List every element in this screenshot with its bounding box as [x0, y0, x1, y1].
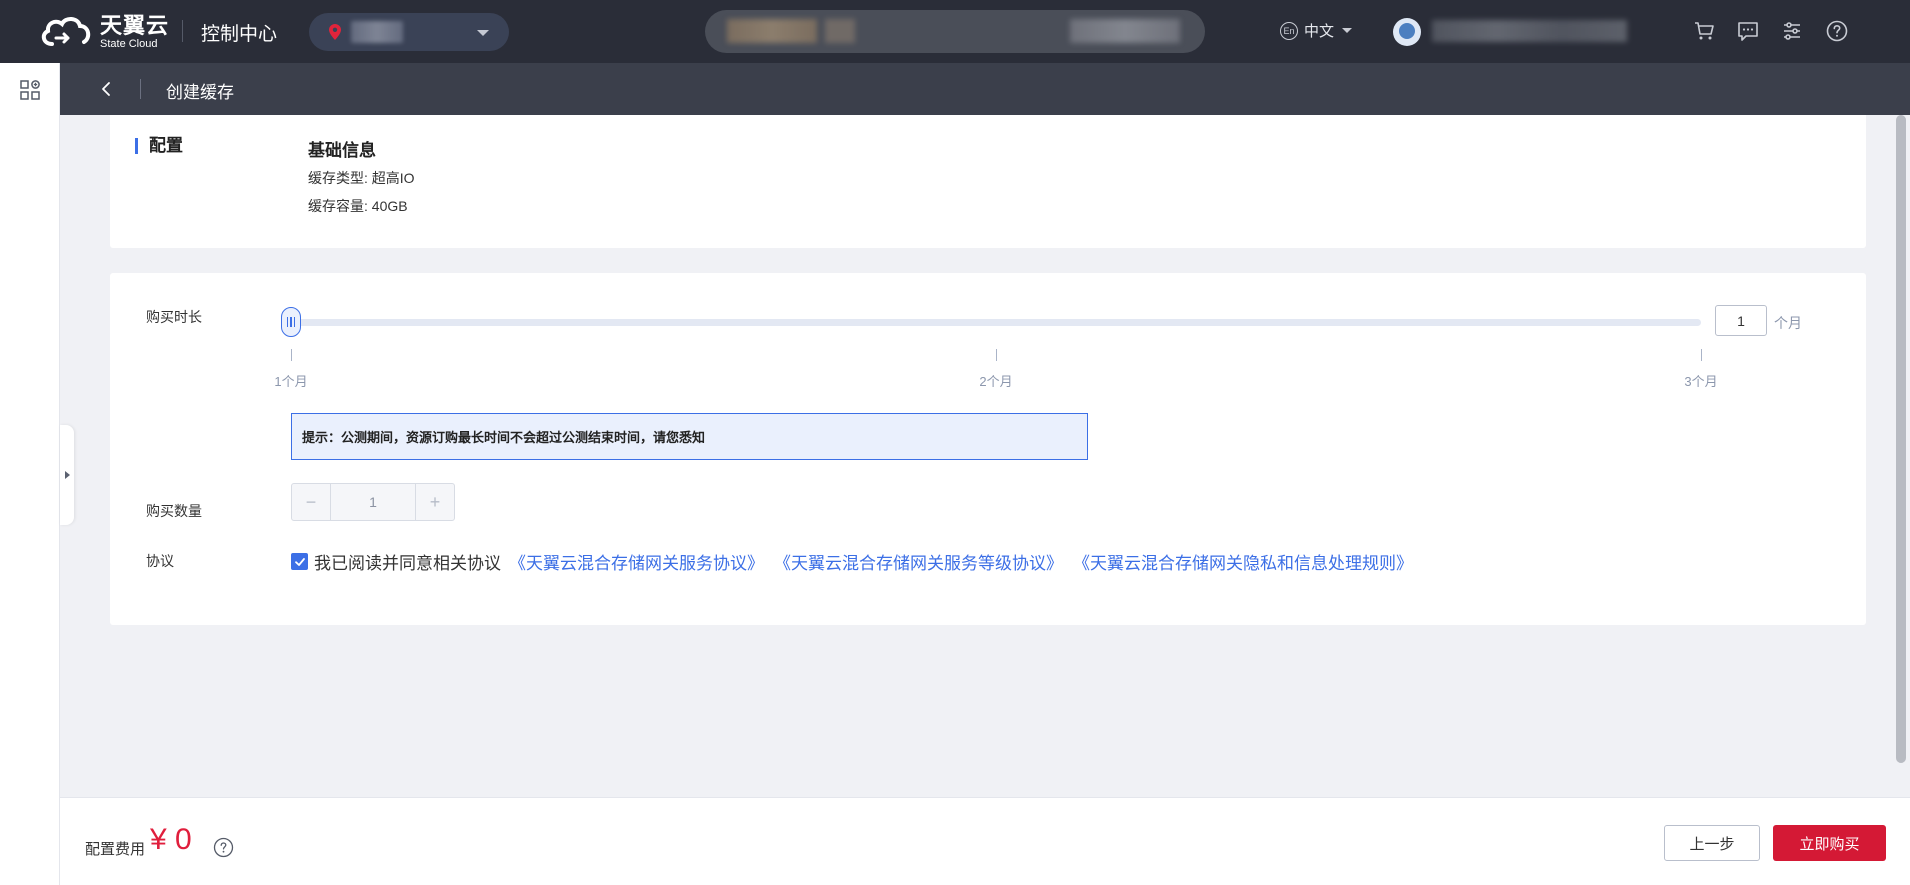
fee-value: ¥ 0	[150, 823, 192, 856]
quantity-label: 购买数量	[146, 503, 202, 519]
duration-input[interactable]: 1	[1715, 305, 1767, 336]
footer-bar: 配置费用 ¥ 0 上一步 立即购买	[60, 797, 1910, 885]
quantity-input[interactable]: 1	[331, 484, 415, 520]
page-header: 创建缓存	[60, 63, 1910, 115]
divider	[140, 79, 141, 99]
notice-banner: 提示：公测期间，资源订购最长时间不会超过公测结束时间，请您悉知	[291, 413, 1088, 460]
agreement-text[interactable]: 我已阅读并同意相关协议	[314, 549, 501, 574]
section-label: 配置	[135, 137, 183, 154]
cloud-logo-icon	[41, 17, 91, 46]
checkmark-icon	[294, 557, 305, 566]
settings-sliders-icon[interactable]	[1780, 19, 1804, 43]
notice-text: 提示：公测期间，资源订购最长时间不会超过公测结束时间，请您悉知	[302, 430, 706, 445]
increment-button[interactable]: +	[415, 484, 454, 520]
cart-icon[interactable]	[1692, 19, 1716, 43]
slider-tick-label[interactable]: 2个月	[979, 371, 1012, 390]
search-content-redacted	[1070, 19, 1180, 43]
language-icon: En	[1280, 21, 1298, 40]
slider-tick	[995, 349, 997, 361]
vertical-scrollbar[interactable]	[1896, 115, 1906, 763]
search-content-redacted	[825, 19, 855, 43]
question-circle-icon[interactable]	[213, 837, 234, 858]
chevron-down-icon	[477, 30, 489, 36]
agreement-checkbox[interactable]	[291, 553, 308, 570]
config-summary-card: 配置 基础信息 缓存类型: 超高IO 缓存容量: 40GB	[110, 115, 1866, 248]
message-icon[interactable]	[1736, 19, 1760, 43]
sidebar-expand-toggle[interactable]	[60, 425, 74, 525]
page-title: 创建缓存	[166, 83, 234, 102]
buy-now-button[interactable]: 立即购买	[1773, 825, 1886, 861]
divider	[182, 20, 183, 42]
slider-tick-label[interactable]: 1个月	[274, 371, 307, 390]
region-selector[interactable]	[309, 13, 509, 51]
left-sidebar	[0, 63, 60, 885]
decrement-button[interactable]: −	[292, 484, 331, 520]
purchase-options-card: 购买时长 1个月 2个月 3个月 1 个月 提示：公测期间，资源订购最长时间不会…	[110, 273, 1866, 625]
cache-type: 缓存类型: 超高IO	[308, 170, 415, 186]
fee-label: 配置费用	[85, 841, 146, 858]
username-redacted[interactable]	[1432, 20, 1627, 42]
basic-info-title: 基础信息	[308, 141, 376, 160]
previous-step-button[interactable]: 上一步	[1664, 825, 1760, 861]
help-icon[interactable]	[1825, 19, 1849, 43]
sla-agreement-link[interactable]: 《天翼云混合存储网关服务等级协议》	[774, 549, 1063, 574]
duration-unit: 个月	[1774, 315, 1802, 331]
slider-tick-label[interactable]: 3个月	[1684, 371, 1717, 390]
agreement-row: 我已阅读并同意相关协议 《天翼云混合存储网关服务协议》 《天翼云混合存储网关服务…	[291, 549, 1423, 574]
top-navigation-bar: 天翼云 State Cloud 控制中心 En 中文	[0, 0, 1910, 63]
service-agreement-link[interactable]: 《天翼云混合存储网关服务协议》	[509, 549, 764, 574]
slider-tick	[1700, 349, 1702, 361]
duration-label: 购买时长	[146, 309, 202, 325]
console-title[interactable]: 控制中心	[201, 19, 277, 46]
privacy-rules-link[interactable]: 《天翼云混合存储网关隐私和信息处理规则》	[1073, 549, 1413, 574]
agreement-label: 协议	[146, 553, 174, 569]
location-pin-icon	[329, 24, 341, 40]
region-name-redacted	[351, 21, 403, 43]
logo[interactable]: 天翼云 State Cloud	[38, 14, 169, 50]
global-search[interactable]	[705, 10, 1205, 53]
caret-right-icon	[65, 471, 70, 479]
apps-grid-icon[interactable]	[19, 79, 41, 101]
back-arrow-icon[interactable]	[96, 79, 116, 99]
logo-name: 天翼云	[100, 12, 170, 38]
language-switcher[interactable]: En 中文	[1280, 20, 1353, 41]
logo-text: 天翼云 State Cloud	[100, 12, 170, 50]
duration-slider[interactable]	[291, 319, 1701, 326]
chevron-down-icon	[1342, 28, 1353, 33]
slider-tick	[290, 349, 292, 361]
cache-capacity: 缓存容量: 40GB	[308, 198, 408, 214]
logo-subtitle: State Cloud	[100, 37, 158, 50]
slider-handle[interactable]	[281, 307, 301, 337]
quantity-stepper: − 1 +	[291, 483, 455, 521]
search-content-redacted	[727, 19, 817, 43]
language-label: 中文	[1304, 23, 1335, 40]
avatar[interactable]	[1393, 18, 1421, 46]
